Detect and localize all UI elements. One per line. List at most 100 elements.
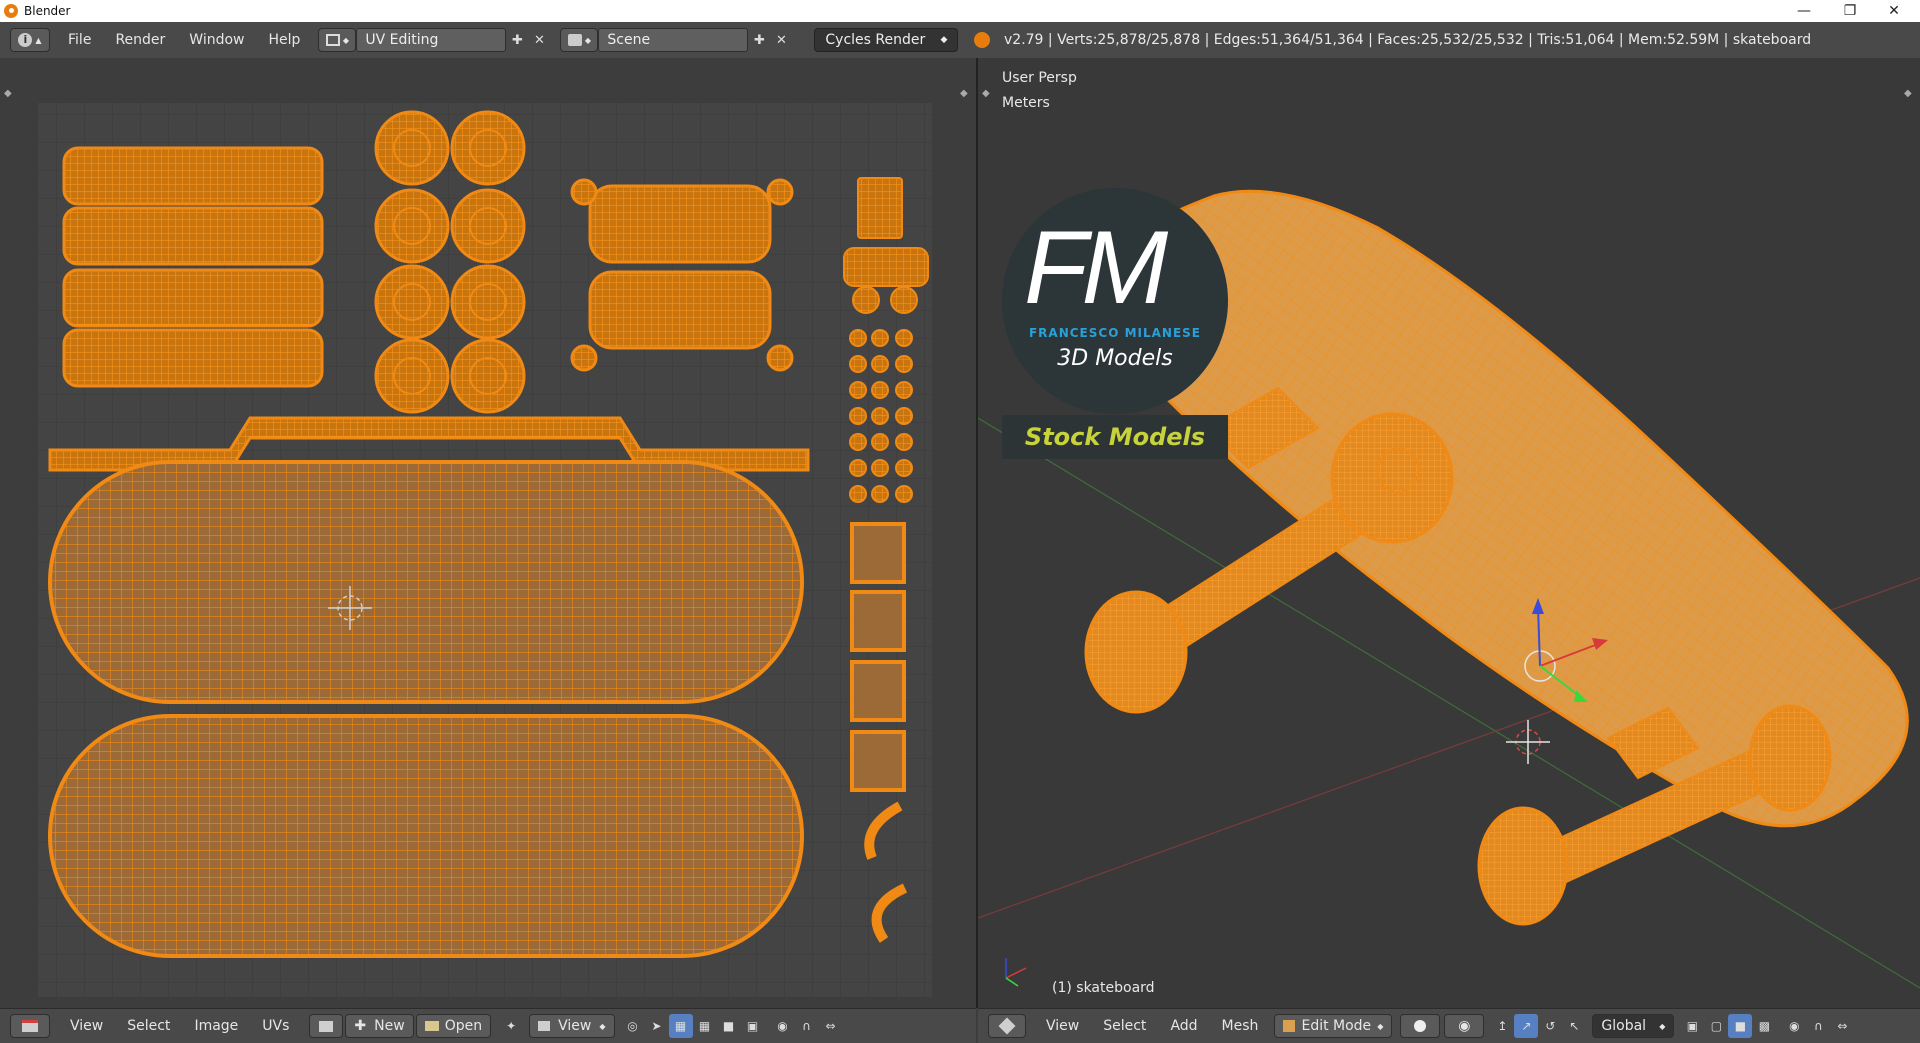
- grid-icon: ▦: [674, 1019, 687, 1033]
- vertex-select-mode-button[interactable]: ▣: [1680, 1014, 1704, 1038]
- new-image-button[interactable]: ✚ New: [345, 1014, 414, 1038]
- delete-scene-button[interactable]: ✕: [770, 29, 792, 51]
- grid-icon: ▦: [698, 1019, 711, 1033]
- menu-file[interactable]: File: [56, 32, 103, 48]
- snap-button[interactable]: ∩: [795, 1014, 819, 1038]
- region-expand-right-icon[interactable]: ◆: [960, 88, 968, 99]
- viewport-menu-add[interactable]: Add: [1158, 1018, 1209, 1034]
- image-browse-button[interactable]: [309, 1014, 344, 1038]
- face-select-button[interactable]: ▣: [741, 1014, 765, 1038]
- uv-menu-uvs[interactable]: UVs: [250, 1018, 301, 1034]
- restore-button[interactable]: ❐: [1828, 0, 1872, 22]
- view-axis-widget-icon: [1005, 958, 1027, 987]
- uv-editor-footer: View Select Image UVs ✚ New Open ✦ View ◆ …: [0, 1008, 976, 1043]
- menu-window[interactable]: Window: [177, 32, 256, 48]
- pivot-button[interactable]: ◎: [621, 1014, 645, 1038]
- viewport-editor-type-button[interactable]: [988, 1014, 1026, 1038]
- image-editor-icon: [22, 1020, 38, 1032]
- render-slot-button[interactable]: ⇔: [819, 1014, 843, 1038]
- pivot-icon: ◎: [627, 1019, 638, 1033]
- proportional-edit-button[interactable]: ◉: [771, 1014, 795, 1038]
- close-icon: ✕: [533, 32, 545, 48]
- face-select-mode-button[interactable]: ■: [1728, 1014, 1753, 1038]
- interaction-mode-label: Edit Mode: [1301, 1018, 1372, 1034]
- sync-select-button[interactable]: ▦: [668, 1014, 693, 1038]
- scene-icon: [567, 34, 582, 46]
- edit-mode-icon: [1283, 1020, 1296, 1032]
- chevron-updown-icon: ◆: [1659, 1021, 1666, 1031]
- scale-manipulator-button[interactable]: ↖: [1562, 1014, 1586, 1038]
- screen-layout-field[interactable]: UV Editing: [356, 28, 507, 52]
- open-image-button[interactable]: Open: [415, 1014, 492, 1038]
- window-title: Blender: [24, 4, 71, 18]
- units-label: Meters: [1002, 95, 1050, 111]
- uv-editor-type-button[interactable]: [10, 1014, 50, 1038]
- open-image-label: Open: [444, 1018, 483, 1034]
- blender-logo-icon: [4, 4, 18, 18]
- interaction-mode-dropdown[interactable]: Edit Mode ◆: [1274, 1014, 1393, 1038]
- plus-icon: ✚: [354, 1018, 367, 1034]
- proportional-edit-button[interactable]: ◉: [1782, 1014, 1806, 1038]
- snap-element-button[interactable]: ⇔: [1830, 1014, 1854, 1038]
- rotate-manipulator-button[interactable]: ↺: [1538, 1014, 1562, 1038]
- menu-render[interactable]: Render: [103, 32, 177, 48]
- pin-icon: ✦: [506, 1019, 517, 1033]
- menu-help[interactable]: Help: [256, 32, 312, 48]
- snap-toggle-button[interactable]: ∩: [1806, 1014, 1830, 1038]
- image-icon: [319, 1020, 334, 1032]
- watermark-logo: FM FRANCESCO MILANESE 3D Models: [1002, 188, 1228, 414]
- uv-canvas[interactable]: [0, 58, 976, 1008]
- uv-menu-select[interactable]: Select: [115, 1018, 182, 1034]
- chevron-updown-icon: ◆: [599, 1021, 606, 1031]
- close-button[interactable]: ✕: [1872, 0, 1916, 22]
- info-icon: i: [18, 33, 33, 47]
- region-expand-left-icon[interactable]: ◆: [982, 88, 990, 99]
- delete-screen-button[interactable]: ✕: [528, 29, 550, 51]
- region-expand-right-icon[interactable]: ◆: [1904, 88, 1912, 99]
- face-icon: ■: [1734, 1019, 1747, 1033]
- manipulator-toggle[interactable]: ↥: [1490, 1014, 1514, 1038]
- transform-orientation-dropdown[interactable]: Global ◆: [1592, 1014, 1675, 1038]
- edge-select-button[interactable]: ■: [717, 1014, 741, 1038]
- minimize-button[interactable]: —: [1782, 0, 1826, 22]
- uv-image-editor[interactable]: ◆ ◆: [0, 58, 978, 1008]
- pin-image-button[interactable]: ✦: [499, 1014, 523, 1038]
- cursor-arrow-icon: ➤: [651, 1019, 662, 1033]
- 3d-cursor-icon[interactable]: [1506, 720, 1550, 764]
- render-engine-dropdown[interactable]: Cycles Render ◆: [814, 28, 959, 52]
- scale-icon: ↖: [1569, 1019, 1580, 1033]
- scene-field[interactable]: Scene: [598, 28, 749, 52]
- occlude-geometry-button[interactable]: ▩: [1752, 1014, 1776, 1038]
- scene-name: Scene: [607, 32, 651, 48]
- layout-grid-icon: [325, 34, 340, 46]
- screen-layout-browse-button[interactable]: ◆: [318, 28, 357, 52]
- chevron-updown-icon: ◆: [940, 35, 948, 45]
- scene-browse-button[interactable]: ◆: [560, 28, 599, 52]
- add-screen-button[interactable]: ✚: [506, 29, 528, 51]
- add-scene-button[interactable]: ✚: [748, 29, 770, 51]
- viewport-menu-view[interactable]: View: [1034, 1018, 1091, 1034]
- uv-view-mode-dropdown[interactable]: View ◆: [529, 1014, 615, 1038]
- os-title-bar: Blender — ❐ ✕: [0, 0, 1920, 22]
- folder-icon: [424, 1021, 439, 1031]
- vertex-select-button[interactable]: ▦: [693, 1014, 717, 1038]
- rotate-icon: ↺: [1545, 1019, 1556, 1033]
- viewport-shading-dropdown[interactable]: [1400, 1014, 1441, 1038]
- translate-manipulator-button[interactable]: ↗: [1514, 1014, 1539, 1038]
- edge-select-mode-button[interactable]: ▢: [1704, 1014, 1728, 1038]
- uv-island-deck-bottom: [48, 714, 804, 958]
- watermark-banner: Stock Models: [1002, 415, 1228, 459]
- editor-type-info-button[interactable]: i ▲: [10, 28, 50, 52]
- sticky-select-button[interactable]: ➤: [645, 1014, 669, 1038]
- vertex-icon: ▣: [1686, 1019, 1699, 1033]
- watermark-banner-text: Stock Models: [1024, 423, 1206, 451]
- uv-menu-image[interactable]: Image: [182, 1018, 250, 1034]
- viewport-menu-select[interactable]: Select: [1091, 1018, 1158, 1034]
- region-expand-left-icon[interactable]: ◆: [4, 88, 12, 99]
- uv-menu-view[interactable]: View: [58, 1018, 115, 1034]
- magnet-icon: ∩: [802, 1019, 811, 1033]
- viewport-menu-mesh[interactable]: Mesh: [1210, 1018, 1271, 1034]
- scene-statistics: v2.79 | Verts:25,878/25,878 | Edges:51,3…: [1004, 32, 1812, 48]
- pivot-point-dropdown[interactable]: ◉: [1444, 1014, 1485, 1038]
- snap-element-icon: ⇔: [1837, 1019, 1848, 1033]
